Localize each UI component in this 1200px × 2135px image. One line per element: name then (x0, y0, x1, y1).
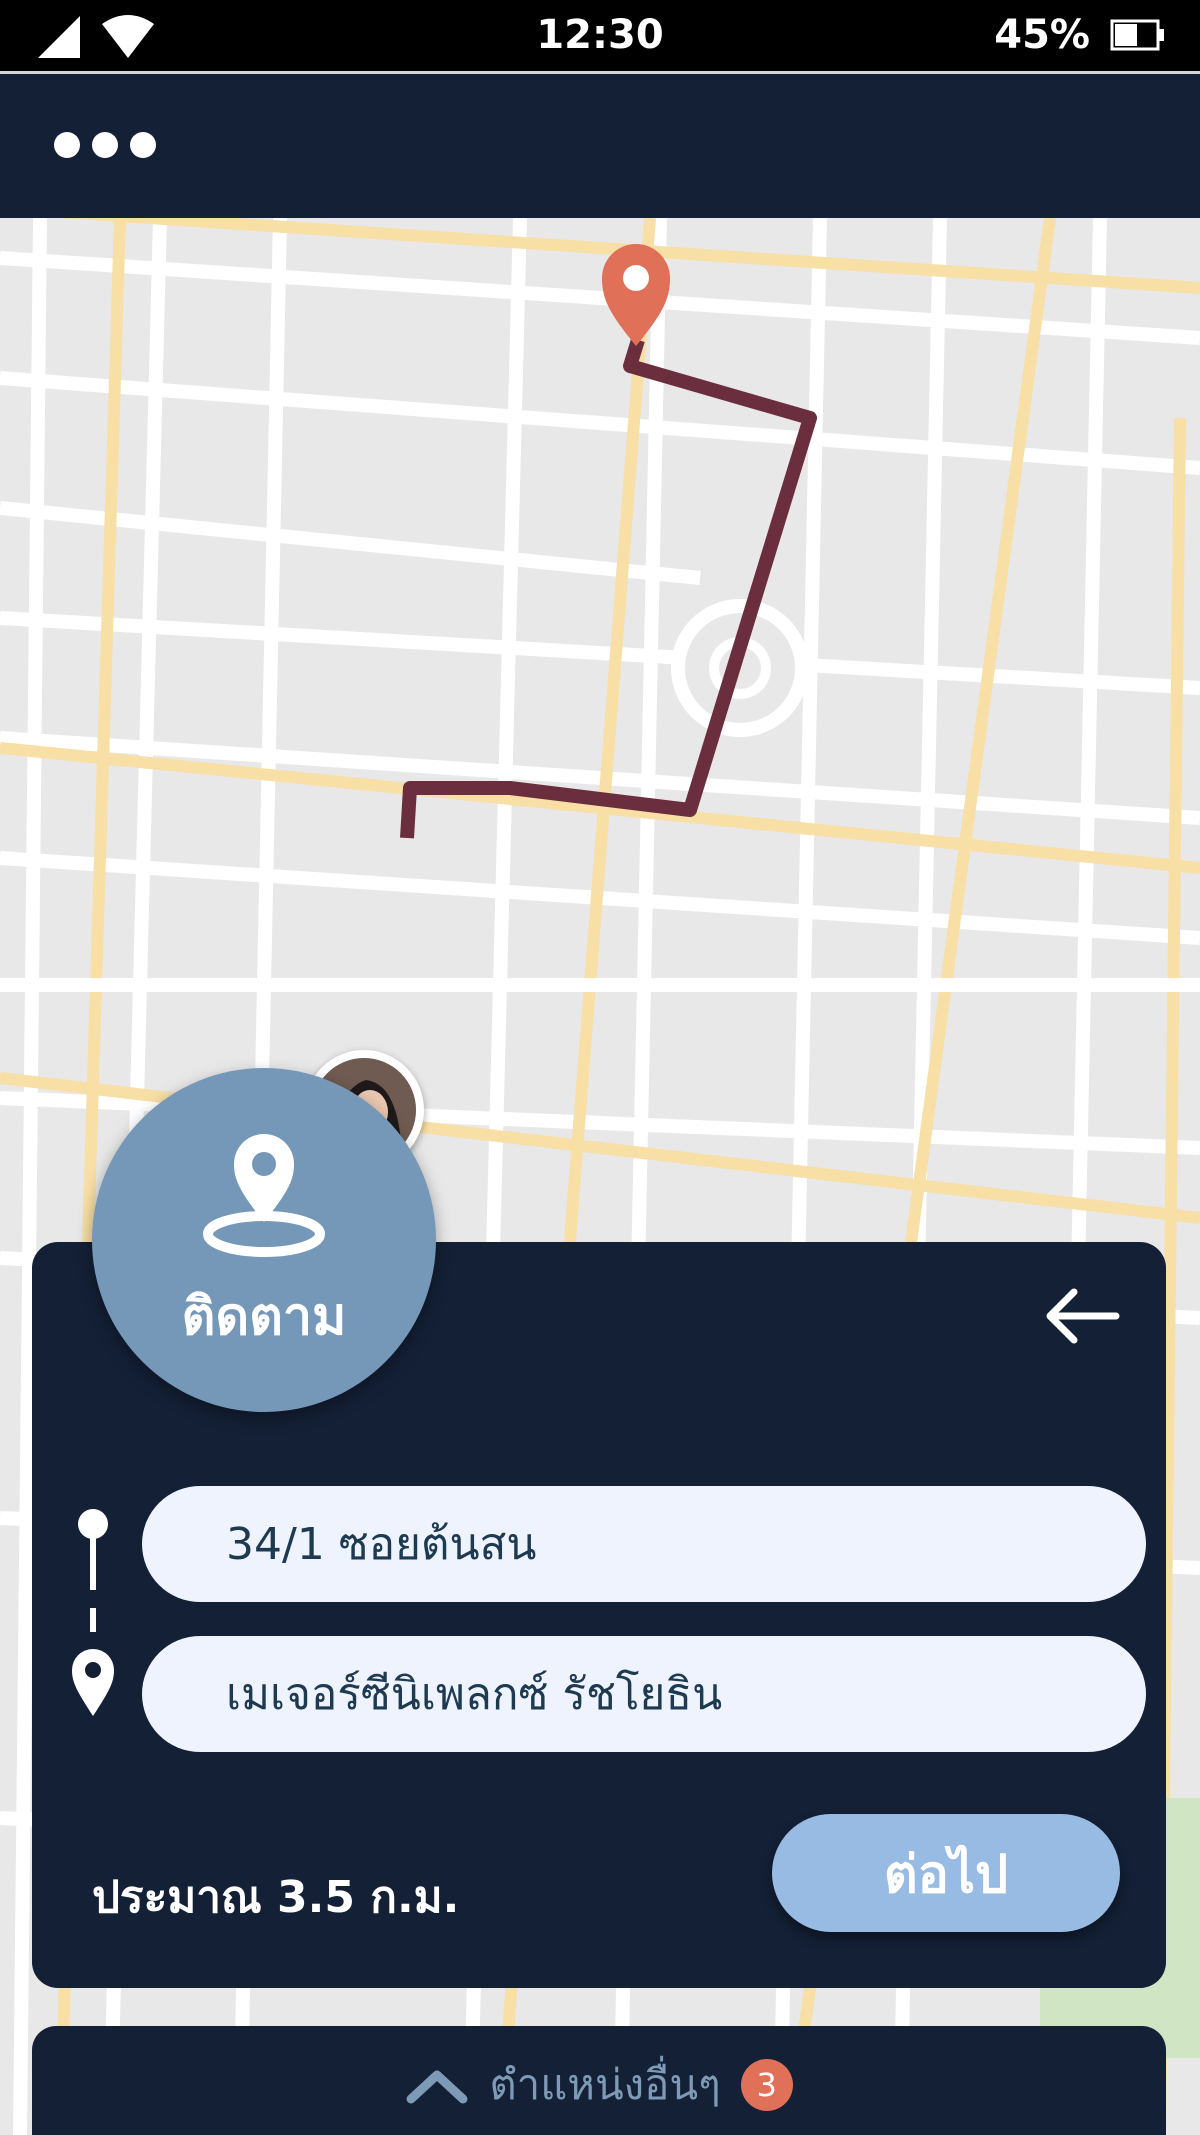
destination-value: เมเจอร์ซีนิเพลกซ์ รัชโยธิน (226, 1669, 723, 1720)
follow-label: ติดตาม (181, 1287, 347, 1347)
battery-percent: 45% (994, 12, 1090, 58)
origin-field[interactable]: 34/1 ซอยต้นสน (142, 1486, 1146, 1602)
origin-value: 34/1 ซอยต้นสน (226, 1519, 537, 1570)
follow-button[interactable]: ติดตาม (92, 1068, 436, 1412)
origin-pin-icon (78, 1509, 108, 1572)
battery-icon (1110, 19, 1164, 51)
destination-pin-icon (72, 1649, 114, 1716)
app-header (0, 74, 1200, 218)
distance-text: ประมาณ 3.5 ก.ม. (92, 1872, 460, 1923)
count-badge: 3 (740, 2059, 793, 2111)
status-bar: 12:30 45% (0, 0, 1200, 74)
arrow-left-icon[interactable] (1040, 1286, 1120, 1346)
next-button[interactable]: ต่อไป (772, 1814, 1120, 1932)
other-locations-bar[interactable]: ตำแหน่งอื่นๆ 3 (32, 2026, 1166, 2135)
location-target-icon (203, 1134, 325, 1257)
destination-field[interactable]: เมเจอร์ซีนิเพลกซ์ รัชโยธิน (142, 1636, 1146, 1752)
more-dots-icon[interactable] (54, 132, 156, 158)
route-connector (90, 1566, 96, 1656)
other-locations-label: ตำแหน่งอื่นๆ (489, 2060, 721, 2109)
chevron-up-icon (406, 2070, 468, 2104)
